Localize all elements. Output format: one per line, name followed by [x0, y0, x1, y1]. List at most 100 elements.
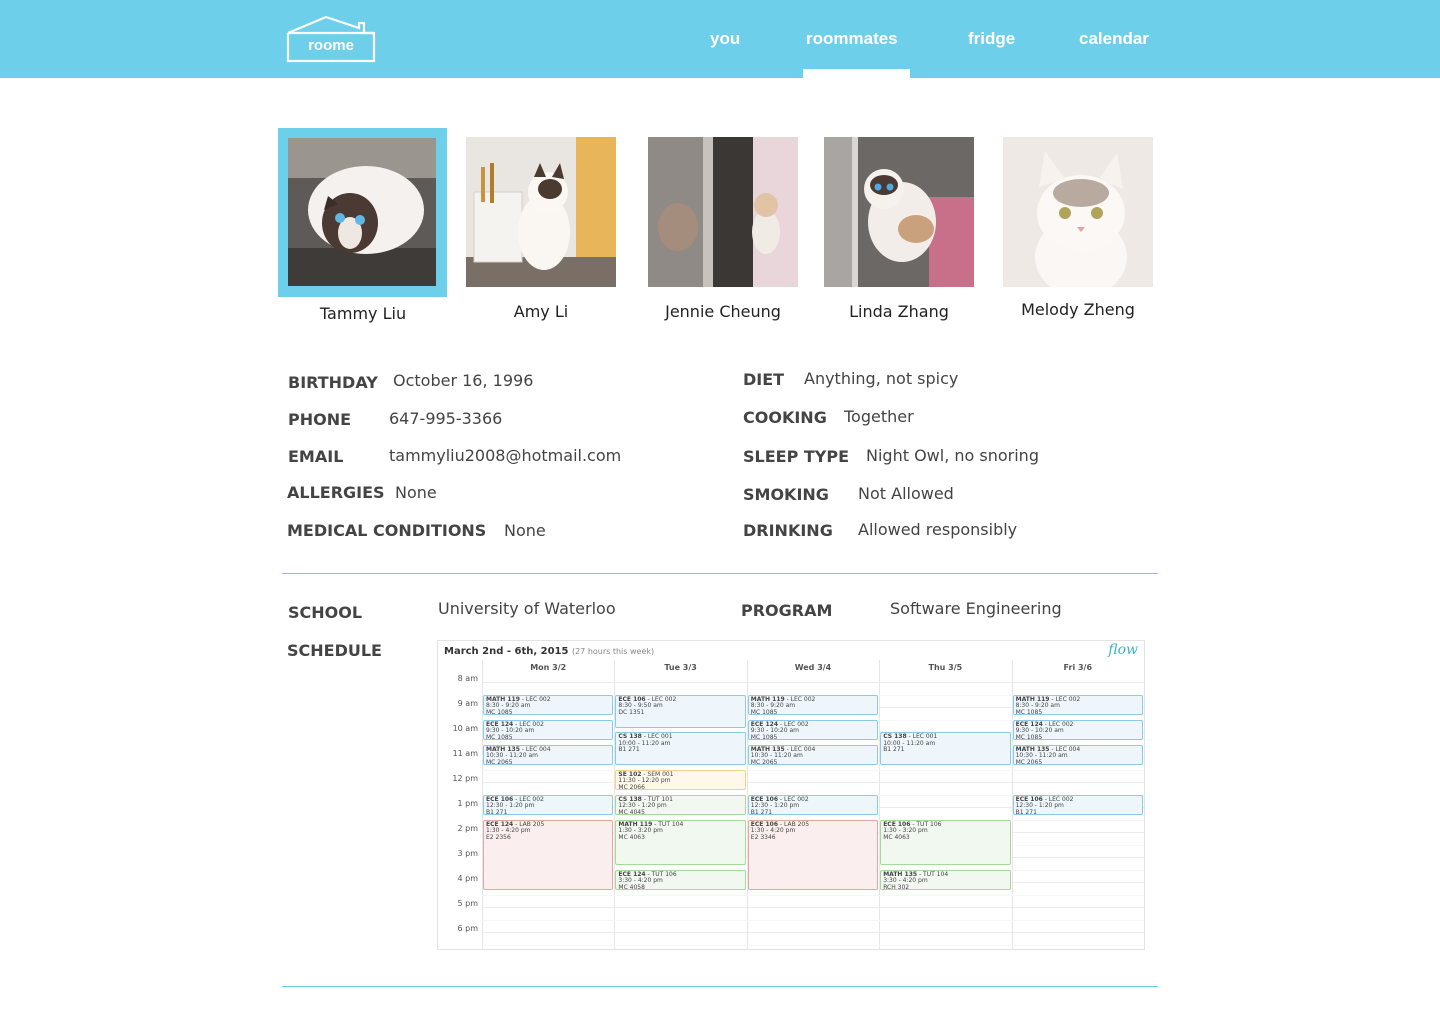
nav-roommates[interactable]: roommates [806, 29, 898, 49]
course-event[interactable]: MATH 135 - TUT 104 3:30 - 4:20 pm RCH 302 [880, 869, 1011, 891]
course-room: MC 1085 [486, 708, 513, 716]
cat-photo-icon [288, 138, 436, 286]
value-drinking: Allowed responsibly [858, 520, 1018, 539]
half-hour-line [482, 769, 1144, 771]
course-room: B1 271 [486, 808, 508, 816]
course-event[interactable]: ECE 106 - TUT 106 1:30 - 3:20 pm MC 4063 [880, 819, 1011, 866]
course-room: MC 1085 [750, 708, 778, 716]
section-divider-bottom [282, 986, 1158, 987]
logo-text: roome [308, 37, 354, 54]
label-school: SCHOOL [288, 603, 363, 622]
course-event[interactable]: ECE 106 - LEC 002 12:30 - 1:20 pm B1 271 [483, 794, 614, 816]
label-birthday: BIRTHDAY [288, 373, 378, 392]
course-event[interactable]: MATH 119 - LEC 002 8:30 - 9:20 am MC 1085 [1012, 694, 1143, 716]
course-room: MC 4063 [883, 833, 910, 841]
roommate-card-jennie[interactable]: Jennie Cheung [648, 137, 798, 327]
value-medical-conditions: None [504, 521, 546, 540]
label-schedule: SCHEDULE [287, 641, 382, 660]
course-event[interactable]: ECE 124 - TUT 106 3:30 - 4:20 pm MC 4058 [615, 869, 746, 891]
hour-line [482, 682, 1144, 683]
roommate-photo [466, 137, 616, 287]
course-event[interactable]: MATH 119 - LEC 002 8:30 - 9:20 am MC 1085 [747, 694, 879, 716]
roommate-card-amy[interactable]: Amy Li [466, 137, 616, 327]
day-header: Tue 3/3 [664, 663, 697, 672]
label-diet: DIET [743, 370, 785, 389]
value-diet: Anything, not spicy [804, 369, 959, 388]
day-header: Fri 3/6 [1063, 663, 1093, 672]
course-event[interactable]: SE 102 - SEM 001 11:30 - 12:20 pm MC 2066 [615, 769, 746, 791]
course-event[interactable]: MATH 135 - LEC 004 10:30 - 11:20 am MC 206… [1012, 744, 1143, 766]
course-event[interactable]: MATH 135 - LEC 004 10:30 - 11:20 am MC 206… [747, 744, 879, 766]
course-event[interactable]: ECE 106 - LEC 002 12:30 - 1:20 pm B1 271 [747, 794, 879, 816]
value-phone: 647-995-3366 [389, 409, 503, 428]
hour-line [482, 782, 1144, 783]
course-event[interactable]: ECE 106 - LAB 205 1:30 - 4:20 pm E2 3346 [747, 819, 879, 891]
course-room: B1 271 [883, 746, 905, 753]
course-event[interactable]: MATH 119 - TUT 104 1:30 - 3:20 pm MC 4063 [615, 819, 746, 866]
course-event[interactable]: ECE 106 - LEC 002 12:30 - 1:20 pm B1 271 [1012, 794, 1143, 816]
course-room: MC 4058 [618, 883, 645, 891]
value-sleep-type: Night Owl, no snoring [866, 446, 1039, 465]
nav-calendar[interactable]: calendar [1079, 29, 1149, 49]
roommate-name: Tammy Liu [319, 304, 407, 323]
course-room: MC 1085 [1015, 733, 1043, 741]
hour-label: 6 pm [457, 924, 478, 933]
active-tab-indicator [803, 69, 910, 78]
course-room: B1 271 [750, 808, 773, 816]
hour-line [482, 932, 1144, 933]
flow-logo: flow [1108, 642, 1138, 658]
course-room: MC 2065 [1015, 758, 1043, 766]
nav-you[interactable]: you [710, 29, 740, 49]
course-room: RCH 302 [883, 883, 910, 891]
label-medical-conditions: MEDICAL CONDITIONS [287, 521, 487, 540]
course-code: CS 138 [883, 733, 907, 740]
course-room: E2 3346 [750, 833, 776, 841]
course-room: MC 4045 [618, 808, 645, 816]
roommate-card-melody[interactable]: Melody Zheng [1003, 137, 1153, 327]
course-room: MC 2065 [486, 758, 513, 766]
roome-logo[interactable]: roome [286, 15, 376, 63]
course-room: B1 271 [618, 746, 640, 753]
course-event[interactable]: MATH 135 - LEC 004 10:30 - 11:20 am MC 206… [483, 744, 614, 766]
hour-line [482, 907, 1144, 908]
roommate-card-linda[interactable]: Linda Zhang [824, 137, 974, 327]
course-event[interactable]: ECE 124 - LEC 002 9:30 - 10:20 am MC 1085 [747, 719, 879, 741]
nav-fridge[interactable]: fridge [968, 29, 1015, 49]
hour-label: 11 am [452, 749, 478, 758]
hour-label: 8 am [457, 674, 478, 683]
course-event[interactable]: CS 138 - TUT 101 12:30 - 1:20 pm MC 4045 [615, 794, 746, 816]
value-allergies: None [395, 483, 437, 502]
label-phone: PHONE [288, 410, 352, 429]
hour-label: 12 pm [452, 774, 478, 783]
course-room: DC 1351 [618, 708, 645, 716]
course-event[interactable]: ECE 124 - LEC 002 9:30 - 10:20 am MC 1085 [483, 719, 614, 741]
schedule-title: March 2nd - 6th, 2015 (27 hours this wee… [444, 646, 654, 657]
roommate-photo [648, 137, 798, 287]
course-event[interactable]: ECE 124 - LEC 002 9:30 - 10:20 am MC 1085 [1012, 719, 1143, 741]
day-header: Thu 3/5 [928, 663, 963, 672]
hour-label: 9 am [457, 699, 478, 708]
cat-photo-icon [648, 137, 798, 287]
label-cooking: COOKING [743, 408, 827, 427]
value-cooking: Together [844, 407, 914, 426]
label-program: PROGRAM [741, 601, 833, 620]
label-sleep-type: SLEEP TYPE [743, 447, 850, 466]
schedule-hours-note: (27 hours this week) [571, 647, 655, 656]
weekly-schedule[interactable]: March 2nd - 6th, 2015 (27 hours this wee… [437, 640, 1145, 950]
course-event[interactable]: ECE 124 - LAB 205 1:30 - 4:20 pm E2 2356 [483, 819, 614, 891]
cat-photo-icon [466, 137, 616, 287]
course-room: MC 2065 [750, 758, 778, 766]
course-event[interactable]: CS 138 - LEC 001 10:00 - 11:20 am B1 271 [615, 732, 746, 766]
roommate-card-tammy[interactable]: Tammy Liu [288, 138, 438, 328]
half-hour-line [482, 919, 1144, 921]
cat-photo-icon [1003, 137, 1153, 287]
value-school: University of Waterloo [438, 599, 616, 618]
course-event[interactable]: MATH 119 - LEC 002 8:30 - 9:20 am MC 1085 [483, 694, 614, 716]
roommate-photo [288, 138, 436, 286]
hour-label: 4 pm [457, 874, 478, 883]
course-event[interactable]: CS 138 - LEC 001 10:00 - 11:20 am B1 271 [880, 732, 1011, 766]
course-room: MC 1085 [1015, 708, 1043, 716]
hour-label: 2 pm [457, 824, 478, 833]
course-room: MC 1085 [486, 733, 513, 741]
course-event[interactable]: ECE 106 - LEC 002 8:30 - 9:50 am DC 1351 [615, 694, 746, 728]
